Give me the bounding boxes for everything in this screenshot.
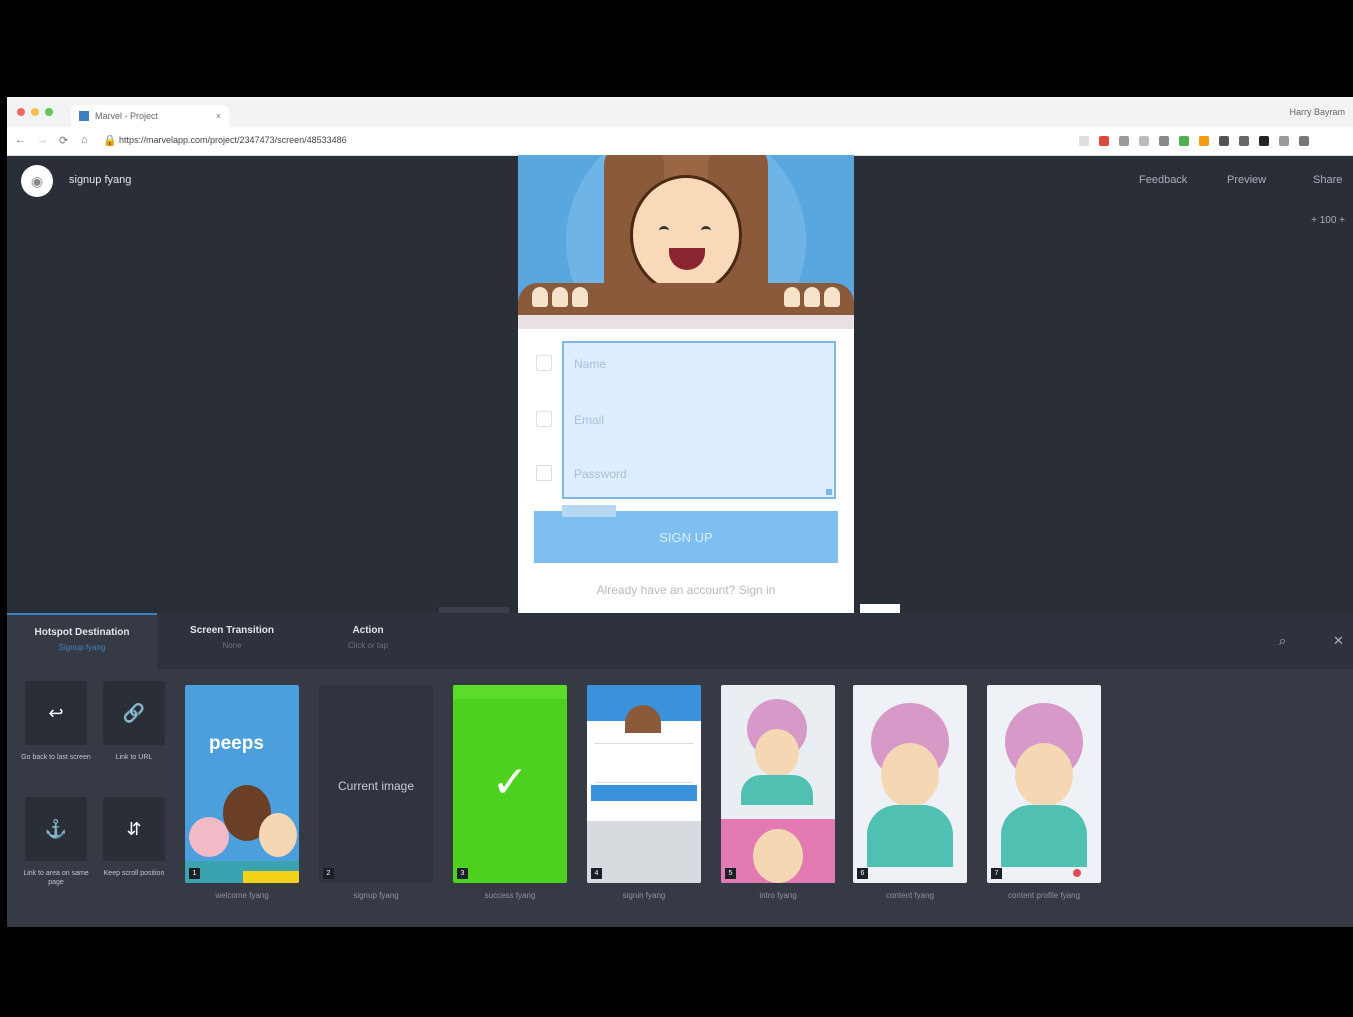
scroll-position-icon: ⇵: [126, 818, 142, 839]
url-bar: ← → ⟳ ⌂ 🔒 https://marvelapp.com/project/…: [7, 127, 1353, 156]
extension-icon[interactable]: [1139, 136, 1149, 146]
screen-label: signin fyang: [622, 891, 666, 900]
password-field: Password: [574, 467, 627, 481]
screen-number: 1: [189, 868, 200, 879]
preview-link[interactable]: Preview: [1227, 174, 1266, 186]
go-back-label: Go back to last screen: [21, 754, 91, 761]
anchor-icon: ⚓: [44, 818, 68, 839]
keep-scroll-label: Keep scroll position: [103, 870, 165, 877]
screen-label: intro fyang: [759, 891, 797, 900]
tab-title: Marvel - Project: [95, 111, 159, 121]
marvel-favicon-icon: [79, 111, 89, 121]
zoom-control[interactable]: + 100 +: [1311, 215, 1345, 226]
mail-icon: [536, 411, 552, 427]
name-field: Name: [574, 357, 607, 371]
anchor-button[interactable]: ⚓: [25, 797, 87, 861]
tab-close-icon[interactable]: ×: [216, 105, 221, 127]
screen-label: content fyang: [885, 891, 935, 900]
menu-icon[interactable]: [1299, 136, 1309, 146]
extension-icon[interactable]: [1179, 136, 1189, 146]
browser-window: Marvel - Project × Harry Bayram ← → ⟳ ⌂ …: [7, 97, 1353, 927]
screen-thumbnail[interactable]: 4: [587, 685, 701, 883]
bookmark-star-icon[interactable]: [1079, 136, 1089, 146]
screen-label: signup fyang: [353, 891, 399, 900]
maximize-window-dot[interactable]: [45, 108, 53, 116]
extension-icon[interactable]: [1239, 136, 1249, 146]
screen-thumbnail[interactable]: peeps 1: [185, 685, 299, 883]
current-image-label: Current image: [337, 779, 415, 793]
screen-thumbnail[interactable]: Current image 2: [319, 685, 433, 883]
signin-prompt[interactable]: Already have an account? Sign in: [518, 583, 854, 597]
peeps-logo: peeps: [209, 733, 264, 754]
hero-illustration: [518, 155, 854, 329]
search-icon[interactable]: ⌕: [1279, 633, 1286, 649]
lock-icon: 🔒: [103, 135, 117, 147]
screen-number: 7: [991, 868, 1002, 879]
email-field: Email: [574, 413, 605, 427]
tab-action[interactable]: Action Click or tap: [293, 613, 443, 669]
home-icon[interactable]: ⌂: [81, 134, 88, 146]
go-back-button[interactable]: ↩: [25, 681, 87, 745]
feedback-link[interactable]: Feedback: [1139, 174, 1187, 186]
panel-tabs: Hotspot Destination Signup fyang Screen …: [7, 613, 1353, 669]
screen-label: success fyang: [484, 891, 536, 900]
hotspot-panel: Hotspot Destination Signup fyang Screen …: [7, 613, 1353, 927]
forward-icon[interactable]: →: [37, 134, 48, 146]
signup-button[interactable]: SIGN UP: [534, 511, 838, 563]
resize-handle[interactable]: [826, 489, 832, 495]
heart-icon: [1073, 869, 1081, 877]
user-icon: [536, 355, 552, 371]
extension-icon[interactable]: [1159, 136, 1169, 146]
screen-thumbnail[interactable]: ✓ 3: [453, 685, 567, 883]
hotspot-selection[interactable]: Name Email Password: [562, 341, 836, 499]
screen-canvas[interactable]: Name Email Password SIGN UP Already have…: [518, 155, 854, 613]
back-arrow-icon: ↩: [48, 702, 64, 723]
character-face: [630, 175, 742, 295]
lock-icon: [536, 465, 552, 481]
extension-icon[interactable]: [1199, 136, 1209, 146]
screen-number: 4: [591, 868, 602, 879]
reload-icon[interactable]: ⟳: [59, 134, 68, 147]
extension-icon[interactable]: [1099, 136, 1109, 146]
tab-hotspot-destination[interactable]: Hotspot Destination Signup fyang: [7, 613, 157, 669]
link-icon: 🔗: [122, 702, 146, 723]
screen-label: content profile fyang: [1007, 891, 1081, 900]
share-link[interactable]: Share: [1313, 174, 1342, 186]
browser-user[interactable]: Harry Bayram: [1289, 107, 1345, 117]
keep-scroll-button[interactable]: ⇵: [103, 797, 165, 861]
tab-screen-transition[interactable]: Screen Transition None: [157, 613, 307, 669]
screen-thumbnail[interactable]: 5: [721, 685, 835, 883]
avatar[interactable]: ◉: [21, 165, 53, 197]
screen-label: welcome fyang: [215, 891, 269, 900]
minimize-window-dot[interactable]: [31, 108, 39, 116]
browser-tab[interactable]: Marvel - Project ×: [71, 105, 229, 127]
screen-number: 3: [457, 868, 468, 879]
address-input[interactable]: https://marvelapp.com/project/2347473/sc…: [119, 135, 347, 145]
checkmark-icon: ✓: [491, 758, 529, 807]
screen-number: 6: [857, 868, 868, 879]
hotspot-tag: [562, 505, 616, 517]
screen-thumbnail[interactable]: 6: [853, 685, 967, 883]
extension-icon[interactable]: [1259, 136, 1269, 146]
screen-number: 2: [323, 868, 334, 879]
screen-number: 5: [725, 868, 736, 879]
extension-icon[interactable]: [1279, 136, 1289, 146]
extension-icon[interactable]: [1219, 136, 1229, 146]
close-window-dot[interactable]: [17, 108, 25, 116]
screen-thumbnail[interactable]: 7: [987, 685, 1101, 883]
back-icon[interactable]: ←: [15, 134, 26, 146]
extension-icon[interactable]: [1119, 136, 1129, 146]
project-name[interactable]: signup fyang: [69, 174, 131, 186]
link-url-button[interactable]: 🔗: [103, 681, 165, 745]
browser-tabbar: Marvel - Project × Harry Bayram: [7, 97, 1353, 127]
close-icon[interactable]: ✕: [1333, 633, 1344, 649]
anchor-label: Link to area on same page: [23, 870, 89, 886]
link-url-label: Link to URL: [115, 754, 153, 761]
